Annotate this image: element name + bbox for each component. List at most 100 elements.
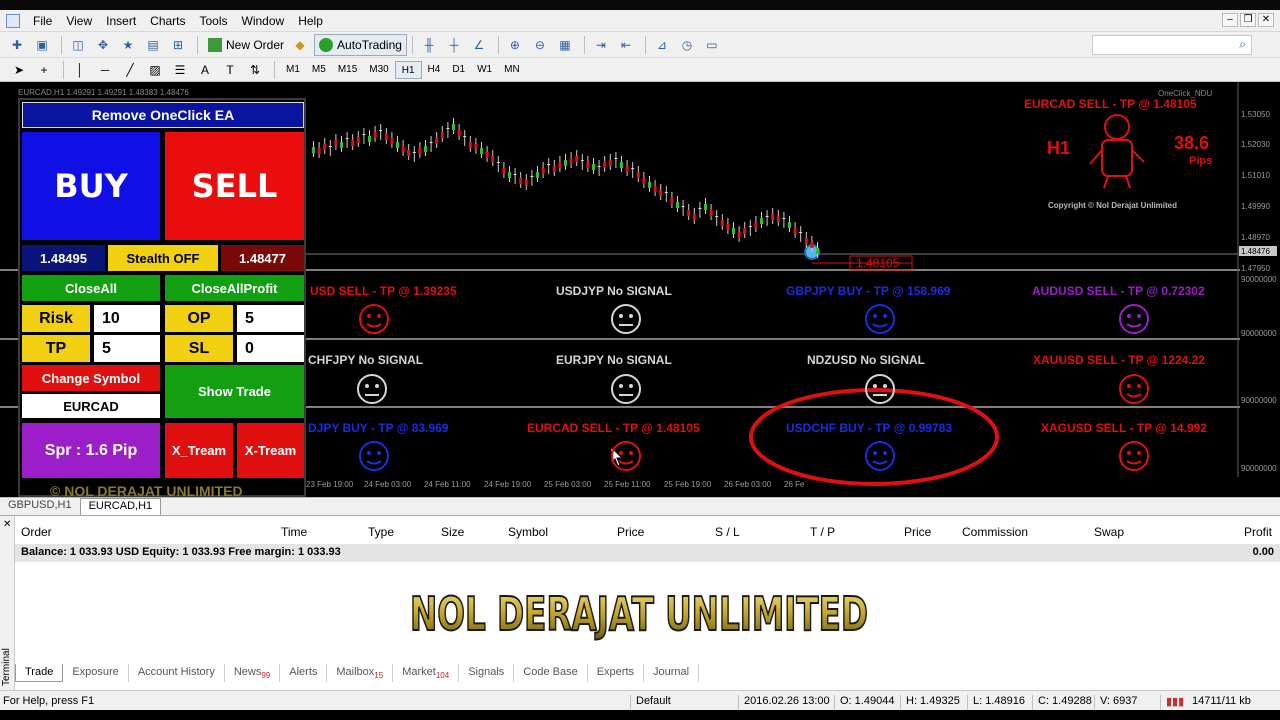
vertical-line-icon[interactable]: │ [69, 60, 91, 80]
col-symbol[interactable]: Symbol [508, 525, 548, 539]
minimize-icon[interactable]: – [1222, 13, 1238, 27]
price-axis-label: 1.49990 [1241, 202, 1270, 211]
chart-shift-icon[interactable]: ⇤ [615, 35, 637, 55]
new-chart-icon[interactable]: ✚ [6, 35, 28, 55]
indicators-icon[interactable]: ⊿ [651, 35, 673, 55]
menu-file[interactable]: File [26, 14, 59, 28]
timeframe-m30[interactable]: M30 [363, 61, 394, 79]
col-tp[interactable]: T / P [810, 525, 835, 539]
zoom-out-icon[interactable]: ⊖ [529, 35, 551, 55]
tab-market[interactable]: Market104 [393, 664, 460, 682]
chart-tab-gbpusd[interactable]: GBPUSD,H1 [0, 498, 80, 515]
close-icon[interactable]: ✕ [1258, 13, 1274, 27]
horizontal-line-icon[interactable]: ─ [94, 60, 116, 80]
timeframe-m15[interactable]: M15 [332, 61, 363, 79]
tab-alerts[interactable]: Alerts [280, 664, 328, 682]
fibonacci-icon[interactable]: ☰ [169, 60, 191, 80]
metaeditor-icon[interactable]: ◆ [289, 35, 311, 55]
risk-label: Risk [22, 305, 90, 332]
col-price-current[interactable]: Price [904, 525, 931, 539]
tab-trade[interactable]: Trade [15, 664, 64, 682]
chart-tab-eurcad[interactable]: EURCAD,H1 [79, 498, 162, 515]
text-label-icon[interactable]: T [219, 60, 241, 80]
line-chart-icon[interactable]: ∠ [468, 35, 490, 55]
data-window-icon[interactable]: ✥ [92, 35, 114, 55]
timeframe-mn[interactable]: MN [498, 61, 526, 79]
signal-usd: USD SELL - TP @ 1.39235 [310, 284, 457, 298]
market-watch-icon[interactable]: ◫ [67, 35, 89, 55]
col-type[interactable]: Type [368, 525, 394, 539]
col-time[interactable]: Time [281, 525, 307, 539]
buy-button[interactable]: BUY [22, 132, 160, 240]
close-all-profit-button[interactable]: CloseAllProfit [165, 275, 304, 301]
x-tream-button-2[interactable]: X-Tream [237, 423, 304, 478]
tab-experts[interactable]: Experts [588, 664, 644, 682]
autotrading-button[interactable]: AutoTrading [314, 33, 407, 56]
risk-input[interactable]: 10 [94, 305, 160, 332]
text-icon[interactable]: A [194, 60, 216, 80]
periods-icon[interactable]: ◷ [676, 35, 698, 55]
tab-code-base[interactable]: Code Base [514, 664, 588, 682]
cursor-icon[interactable]: ➤ [8, 60, 30, 80]
close-all-button[interactable]: CloseAll [22, 275, 160, 301]
navigator-icon[interactable]: ★ [117, 35, 139, 55]
autoscroll-icon[interactable]: ⇥ [590, 35, 612, 55]
col-swap[interactable]: Swap [1094, 525, 1124, 539]
menu-tools[interactable]: Tools [193, 14, 235, 28]
timeframe-h1[interactable]: H1 [394, 60, 422, 79]
tp-line-label: 1.48105 [856, 256, 900, 270]
tab-mailbox[interactable]: Mailbox15 [327, 664, 394, 682]
terminal-icon[interactable]: ▤ [142, 35, 164, 55]
channel-icon[interactable]: ▨ [144, 60, 166, 80]
col-order[interactable]: Order [21, 525, 52, 539]
col-sl[interactable]: S / L [715, 525, 740, 539]
menu-charts[interactable]: Charts [143, 14, 192, 28]
candlestick-icon[interactable]: ┼ [443, 35, 465, 55]
sl-input[interactable]: 0 [237, 335, 304, 362]
search-input[interactable] [1092, 35, 1252, 55]
profiles-icon[interactable]: ▣ [31, 35, 53, 55]
candle [547, 164, 551, 165]
show-trade-button[interactable]: Show Trade [165, 365, 304, 418]
menu-view[interactable]: View [59, 14, 99, 28]
strategy-tester-icon[interactable]: ⊞ [167, 35, 189, 55]
remove-ea-button[interactable]: Remove OneClick EA [22, 102, 304, 128]
col-size[interactable]: Size [441, 525, 464, 539]
menu-help[interactable]: Help [291, 14, 330, 28]
zoom-in-icon[interactable]: ⊕ [504, 35, 526, 55]
tab-exposure[interactable]: Exposure [63, 664, 129, 682]
col-commission[interactable]: Commission [962, 525, 1028, 539]
timeframe-w1[interactable]: W1 [471, 61, 498, 79]
crosshair-icon[interactable]: + [33, 60, 55, 80]
restore-icon[interactable]: ❐ [1240, 13, 1256, 27]
timeframe-h4[interactable]: H4 [422, 61, 447, 79]
tile-windows-icon[interactable]: ▦ [554, 35, 576, 55]
tab-signals[interactable]: Signals [459, 664, 515, 682]
close-icon[interactable]: ✕ [3, 519, 11, 530]
timeframe-m5[interactable]: M5 [306, 61, 332, 79]
tp-input[interactable]: 5 [94, 335, 160, 362]
bar-chart-icon[interactable]: ╫ [418, 35, 440, 55]
menu-insert[interactable]: Insert [99, 14, 143, 28]
stealth-toggle[interactable]: Stealth OFF [108, 245, 218, 271]
menu-window[interactable]: Window [235, 14, 292, 28]
search-icon[interactable]: ⌕ [1239, 37, 1246, 52]
timeframe-d1[interactable]: D1 [446, 61, 471, 79]
col-profit[interactable]: Profit [1244, 525, 1272, 539]
timeframe-m1[interactable]: M1 [280, 61, 306, 79]
tab-news[interactable]: News99 [225, 664, 281, 682]
change-symbol-button[interactable]: Change Symbol [22, 365, 160, 391]
op-input[interactable]: 5 [237, 305, 304, 332]
new-order-button[interactable]: New Order [203, 34, 289, 56]
x-tream-button-1[interactable]: X_Tream [165, 423, 233, 478]
trendline-icon[interactable]: ╱ [119, 60, 141, 80]
sell-button[interactable]: SELL [165, 132, 304, 240]
arrows-icon[interactable]: ⇅ [244, 60, 266, 80]
templates-icon[interactable]: ▭ [701, 35, 723, 55]
tab-account-history[interactable]: Account History [129, 664, 225, 682]
nol-derajat-banner: NOL DERAJAT UNLIMITED [410, 586, 869, 642]
col-price[interactable]: Price [617, 525, 644, 539]
tab-journal[interactable]: Journal [644, 664, 700, 682]
symbol-input[interactable]: EURCAD [22, 394, 160, 418]
status-profile[interactable]: Default [636, 695, 671, 707]
